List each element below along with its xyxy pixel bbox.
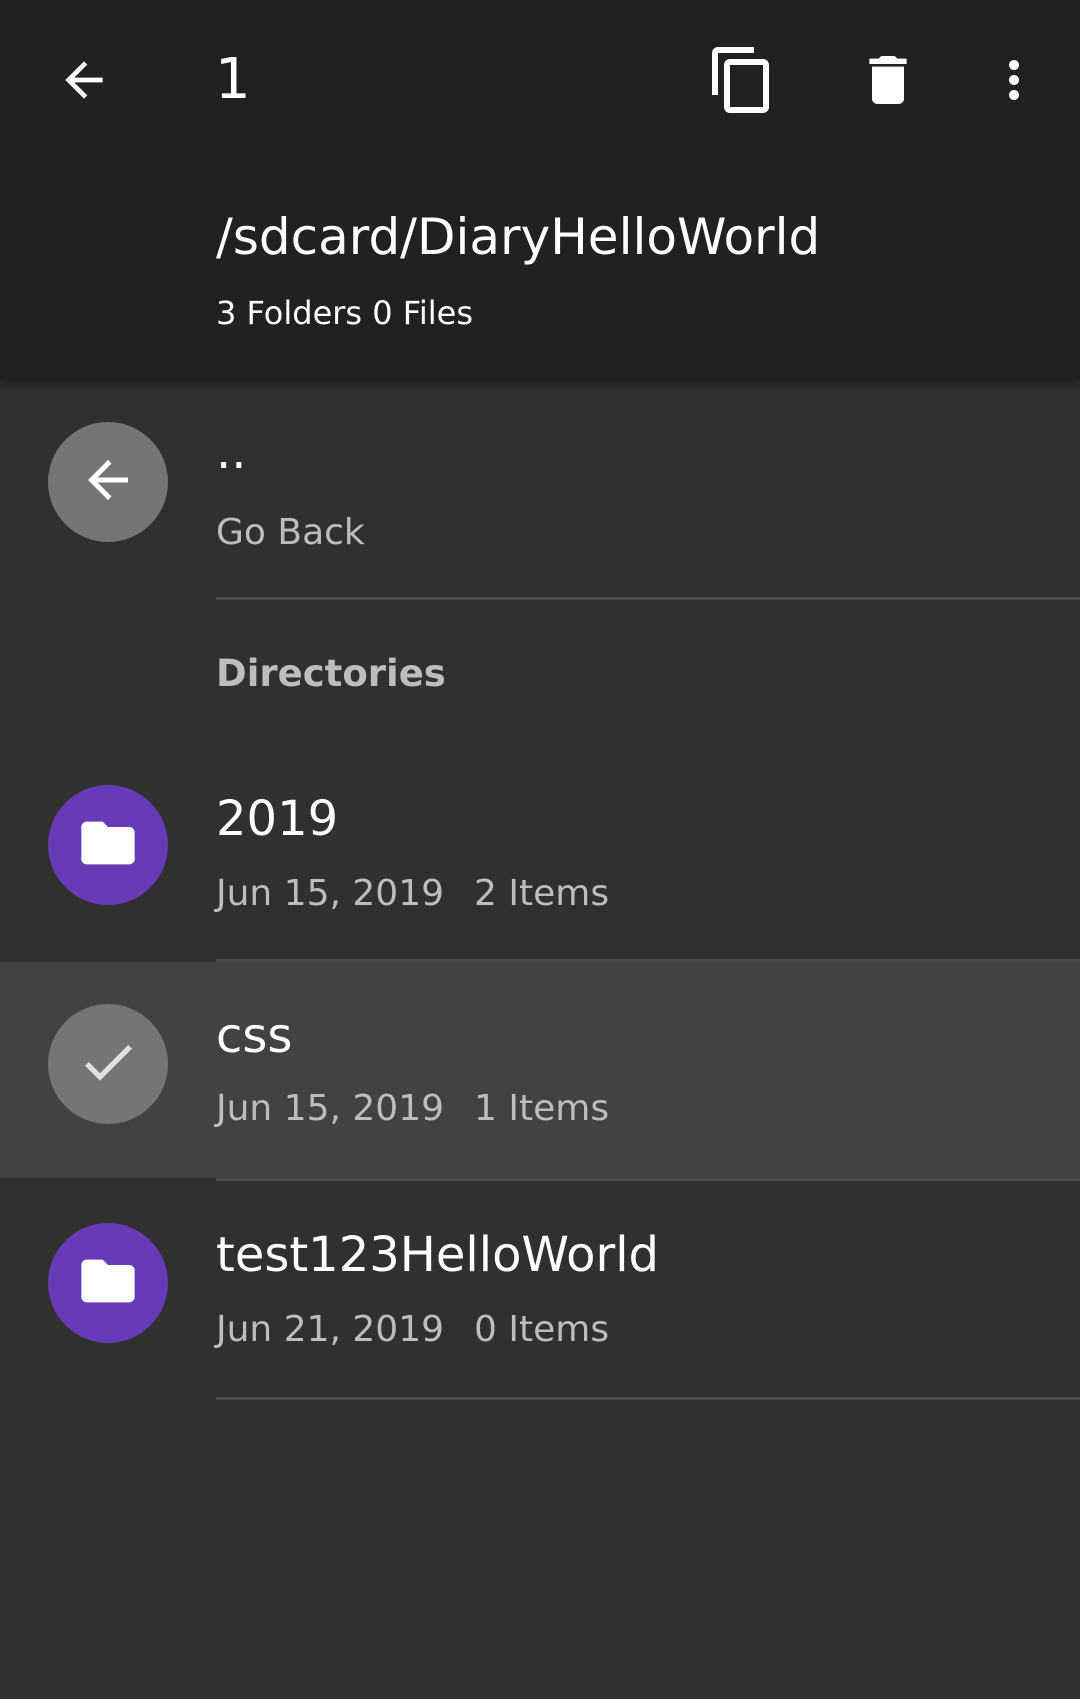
directory-name: 2019 <box>216 791 339 847</box>
selection-count: 1 <box>215 47 251 112</box>
directory-row-test123helloworld[interactable]: test123HelloWorld Jun 21, 2019 0 Items <box>0 1181 1080 1401</box>
directory-row-2019[interactable]: 2019 Jun 15, 2019 2 Items <box>0 745 1080 965</box>
copy-icon <box>706 44 778 116</box>
directory-name: css <box>216 1008 293 1064</box>
more-options-button[interactable] <box>966 32 1062 128</box>
check-icon <box>76 1030 140 1098</box>
go-back-title: .. <box>216 424 247 480</box>
section-header-directories: Directories <box>216 652 446 695</box>
directory-item-count: 0 Items <box>474 1309 610 1350</box>
directory-meta: Jun 15, 2019 2 Items <box>216 871 609 917</box>
current-path: /sdcard/DiaryHelloWorld <box>216 208 821 266</box>
delete-icon <box>856 48 920 112</box>
arrow-back-icon <box>56 52 112 108</box>
delete-button[interactable] <box>840 32 936 128</box>
header-bar: 1 /sdcard/DiaryHelloWorld 3 Folders 0 Fi… <box>0 0 1080 380</box>
directory-date: Jun 15, 2019 <box>216 1088 445 1129</box>
copy-button[interactable] <box>694 32 790 128</box>
folder-file-summary: 3 Folders 0 Files <box>216 294 474 332</box>
folder-icon <box>76 1249 140 1317</box>
go-back-avatar <box>48 422 168 542</box>
directory-meta: Jun 21, 2019 0 Items <box>216 1307 609 1353</box>
directory-row-css[interactable]: css Jun 15, 2019 1 Items <box>0 962 1080 1178</box>
go-back-subtitle: Go Back <box>216 512 365 553</box>
directory-item-count: 1 Items <box>474 1088 610 1129</box>
directory-item-count: 2 Items <box>474 873 610 914</box>
directory-date: Jun 21, 2019 <box>216 1309 445 1350</box>
go-back-row[interactable]: .. Go Back <box>0 380 1080 598</box>
divider <box>216 597 1080 600</box>
more-vert-icon <box>984 50 1044 110</box>
divider <box>216 1397 1080 1400</box>
directory-meta: Jun 15, 2019 1 Items <box>216 1086 609 1132</box>
directory-date: Jun 15, 2019 <box>216 873 445 914</box>
directory-name: test123HelloWorld <box>216 1227 660 1283</box>
selected-avatar <box>48 1004 168 1124</box>
back-button[interactable] <box>36 32 132 128</box>
folder-avatar <box>48 1223 168 1343</box>
folder-icon <box>76 811 140 879</box>
folder-avatar <box>48 785 168 905</box>
arrow-back-icon <box>78 450 138 514</box>
